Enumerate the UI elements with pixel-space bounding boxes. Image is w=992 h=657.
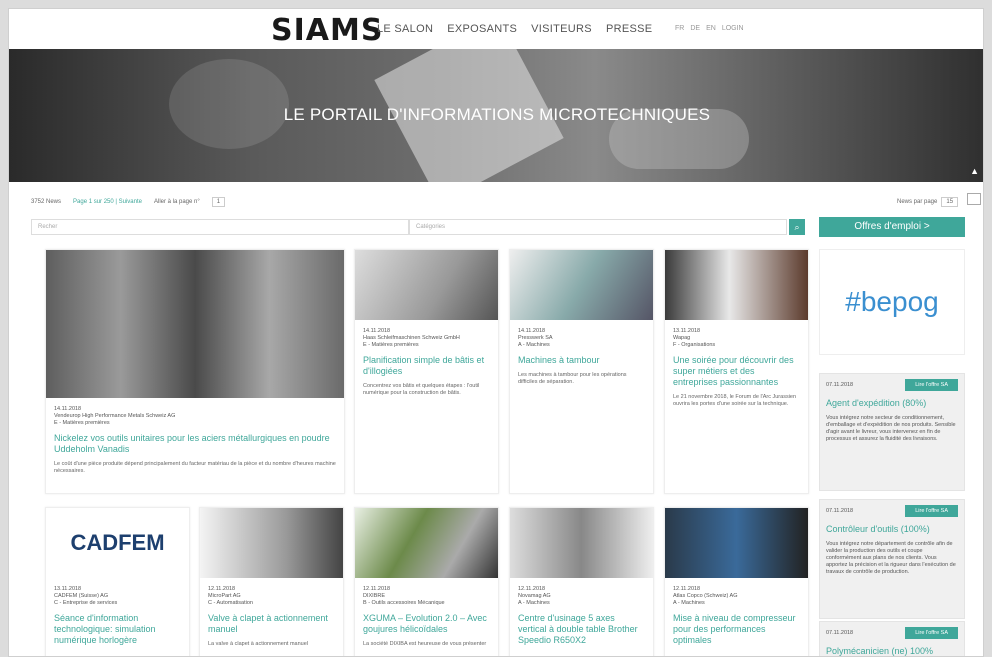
nav-visiteurs[interactable]: VISITEURS [531,23,592,35]
pager: 3752 News Page 1 sur 250 | Suivante Alle… [31,197,226,207]
job-read-button[interactable]: Lire l'offre SA [905,627,958,639]
news-image [665,250,808,320]
job-desc: Vous intégrez notre secteur de condition… [826,415,956,442]
news-meta: 14.11.2018 Haas Schleifmaschinen Schweiz … [363,328,460,348]
top-bar: SIAMS LE SALON EXPOSANTS VISITEURS PRESS… [9,9,983,49]
news-meta: 12.11.2018 Atlas Copco (Schweiz) AG A - Ma… [673,586,738,606]
lang-en[interactable]: EN [706,25,716,32]
news-desc: Concentrez vos bâtis et quelques étapes … [363,383,480,396]
nav-le-salon[interactable]: LE SALON [377,23,433,35]
news-meta: 14.11.2018 Presswerk SA A - Machines [518,328,553,348]
news-image [355,250,498,320]
news-card[interactable]: CADFEM 13.11.2018 CADFEM (Suisse) AG C - E… [45,507,190,656]
news-image [510,250,653,320]
nav-presse[interactable]: PRESSE [606,23,652,35]
news-card[interactable]: 14.11.2018 Vendeurop High Performance Met… [45,249,345,494]
news-image [510,508,653,578]
page-info[interactable]: Page 1 sur 250 | Suivante [73,199,142,205]
news-desc: Les machines à tambour pour les opératio… [518,372,627,385]
news-meta: 12.11.2018 MicroPart AG C - Automatisation [208,586,253,606]
news-title[interactable]: Planification simple de bâtis et d'illog… [355,355,498,377]
news-card[interactable]: 12.11.2018 MicroPart AG C - Automatisation… [199,507,344,656]
news-card[interactable]: 14.11.2018 Presswerk SA A - Machines Machi… [509,249,654,494]
news-image [355,508,498,578]
nav-exposants[interactable]: EXPOSANTS [447,23,517,35]
hero-hand-graphic [169,59,289,149]
language-links: FR DE EN LOGIN [675,25,744,32]
siams-logo[interactable]: SIAMS [271,13,383,48]
hero-title: LE PORTAIL D'INFORMATIONS MICROTECHNIQUE… [283,105,711,124]
hero-banner: LE PORTAIL D'INFORMATIONS MICROTECHNIQUE… [9,49,983,182]
news-desc: La valve à clapet à actionnement manuel [208,641,308,647]
news-meta: 13.11.2018 Wapag F - Organisations [673,328,716,348]
news-image [665,508,808,578]
news-meta: 13.11.2018 CADFEM (Suisse) AG C - Entrepri… [54,586,118,606]
scroll-up-icon[interactable]: ▲ [970,166,979,176]
job-title[interactable]: Agent d'expédition (80%) [820,396,964,411]
rss-icon[interactable] [967,193,981,205]
job-date: 07.11.2018 [826,382,854,388]
search-icon[interactable]: ⌕ [789,219,805,235]
news-image: CADFEM [46,508,189,578]
job-date: 07.11.2018 [826,508,854,514]
news-title[interactable]: Nickelez vos outils unitaires pour les a… [46,433,344,455]
job-card[interactable]: 07.11.2018 Lire l'offre SA Contrôleur d'… [819,499,965,619]
news-title[interactable]: XGUMA – Evolution 2.0 – Avec goujures hé… [355,613,498,635]
per-page-label: News par page [897,199,938,205]
news-desc: Le 21 novembre 2018, le Forum de l'Arc J… [673,394,797,407]
news-title[interactable]: Mise à niveau de compresseur pour des pe… [665,613,808,646]
news-meta: 12.11.2018 Novamag AG A - Machines [518,586,551,606]
news-title[interactable]: Machines à tambour [510,355,653,366]
news-desc: La société DIXIBA est heureuse de vous p… [363,641,487,647]
goto-label: Aller à la page n° [153,199,200,205]
main-nav: LE SALON EXPOSANTS VISITEURS PRESSE [377,23,652,35]
job-date: 07.11.2018 [826,630,854,636]
search-input[interactable]: Recher [31,219,409,235]
job-card[interactable]: 07.11.2018 Lire l'offre SA Agent d'expéd… [819,373,965,491]
news-image [46,250,344,398]
categories-select[interactable]: Catégories [409,219,787,235]
bepog-logo[interactable]: #bepog [819,249,965,355]
news-card[interactable]: 12.11.2018 DIXIBRE B - Outils accessoires … [354,507,499,656]
news-meta: 14.11.2018 Vendeurop High Performance Met… [54,406,176,426]
per-page-select[interactable]: 15 [941,197,959,207]
job-read-button[interactable]: Lire l'offre SA [905,379,958,391]
per-page: News par page 15 [897,197,959,207]
news-title[interactable]: Une soirée pour découvrir des super méti… [665,355,808,388]
lang-de[interactable]: DE [690,25,700,32]
news-title[interactable]: Séance d'information technologique: simu… [46,613,189,646]
login-link[interactable]: LOGIN [722,25,744,32]
news-desc: Le coût d'une pièce produite dépend prin… [54,461,336,474]
news-title[interactable]: Centre d'usinage 5 axes vertical à doubl… [510,613,653,646]
lang-fr[interactable]: FR [675,25,684,32]
news-card[interactable]: 12.11.2018 Atlas Copco (Schweiz) AG A - Ma… [664,507,809,656]
job-title[interactable]: Polymécanicien (ne) 100% [820,644,964,656]
news-image [200,508,343,578]
job-read-button[interactable]: Lire l'offre SA [905,505,958,517]
news-meta: 12.11.2018 DIXIBRE B - Outils accessoires … [363,586,445,606]
news-card[interactable]: 14.11.2018 Haas Schleifmaschinen Schweiz … [354,249,499,494]
news-count: 3752 News [31,199,62,205]
job-card[interactable]: 07.11.2018 Lire l'offre SA Polymécanicie… [819,621,965,656]
goto-input[interactable]: 1 [211,197,226,207]
news-card[interactable]: 13.11.2018 Wapag F - Organisations Une soi… [664,249,809,494]
jobs-button[interactable]: Offres d'emploi > [819,217,965,237]
page: SIAMS LE SALON EXPOSANTS VISITEURS PRESS… [8,8,984,657]
news-title[interactable]: Valve à clapet à actionnement manuel [200,613,343,635]
news-card[interactable]: 12.11.2018 Novamag AG A - Machines Centre … [509,507,654,656]
job-desc: Vous intégrez notre département de contr… [826,541,956,575]
job-title[interactable]: Contrôleur d'outils (100%) [820,522,964,537]
